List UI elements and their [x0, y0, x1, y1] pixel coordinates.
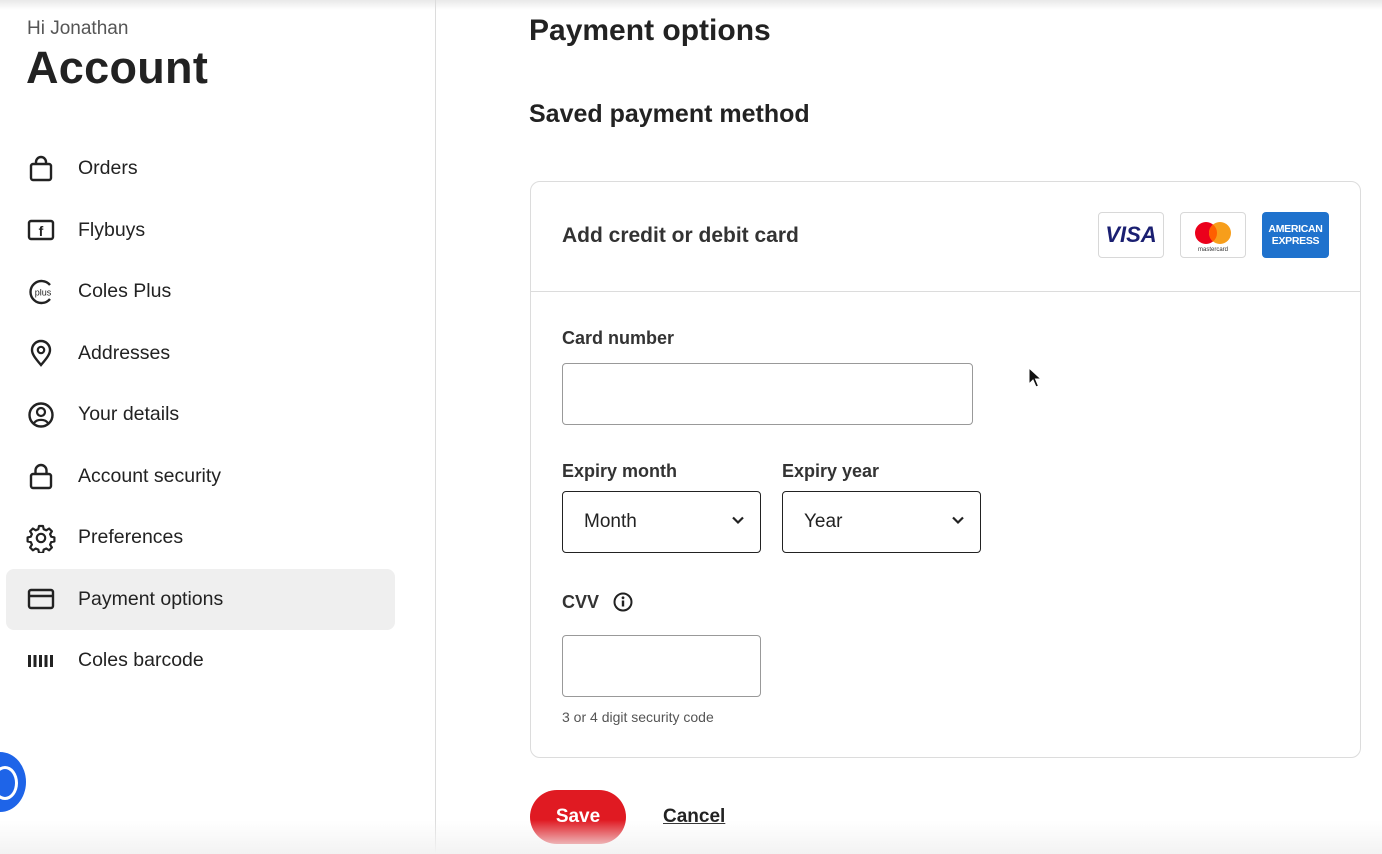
location-pin-icon	[26, 338, 56, 368]
card-number-label: Card number	[562, 328, 675, 348]
visa-logo-text: VISA	[1105, 222, 1157, 247]
sidebar-item-flybuys[interactable]: f Flybuys	[6, 200, 395, 262]
expiry-month-label: Expiry month	[562, 461, 678, 481]
cvv-hint: 3 or 4 digit security code	[562, 709, 714, 725]
user-circle-icon	[26, 400, 56, 430]
sidebar-item-label: Preferences	[78, 526, 184, 549]
sidebar-item-label: Coles Plus	[78, 280, 172, 303]
greeting-text: Hi Jonathan	[27, 18, 129, 39]
sidebar-item-label: Flybuys	[78, 218, 146, 241]
lock-icon	[26, 461, 56, 491]
expiry-year-select[interactable]: Year	[782, 491, 981, 553]
sidebar-item-label: Addresses	[78, 341, 171, 364]
flybuys-icon-letter: f	[39, 223, 44, 239]
add-card-header: Add credit or debit card VISA mastercard…	[531, 182, 1360, 292]
credit-card-icon	[26, 584, 56, 614]
sidebar-item-payment-options[interactable]: Payment options	[6, 568, 395, 630]
cvv-input[interactable]	[562, 635, 761, 697]
sidebar-item-account-security[interactable]: Account security	[6, 446, 395, 508]
page-title: Payment options	[529, 14, 771, 47]
gear-icon	[26, 523, 56, 553]
expiry-year-label: Expiry year	[782, 461, 880, 481]
sidebar-item-your-details[interactable]: Your details	[6, 384, 395, 446]
mouse-cursor-icon	[1028, 366, 1043, 394]
flybuys-icon: f	[26, 215, 56, 245]
shopping-bag-icon	[26, 154, 56, 184]
sidebar-item-addresses[interactable]: Addresses	[6, 323, 395, 385]
sidebar-item-preferences[interactable]: Preferences	[6, 507, 395, 569]
expiry-year-value: Year	[804, 511, 843, 532]
cancel-link[interactable]: Cancel	[663, 806, 725, 828]
account-sidebar: Hi Jonathan Account Orders f Flybuys plu…	[0, 0, 436, 854]
help-chat-button[interactable]	[0, 752, 26, 812]
sidebar-item-label: Your details	[78, 403, 180, 426]
amex-logo-line2: EXPRESS	[1271, 235, 1320, 247]
mastercard-logo-text: mastercard	[1198, 247, 1228, 253]
add-card-title: Add credit or debit card	[562, 224, 799, 247]
expiry-month-select[interactable]: Month	[562, 491, 761, 553]
sidebar-item-orders[interactable]: Orders	[6, 138, 395, 200]
save-button[interactable]: Save	[530, 790, 626, 844]
add-card-panel: Add credit or debit card VISA mastercard…	[530, 181, 1361, 758]
chevron-down-icon	[730, 512, 746, 533]
amex-logo: AMERICAN EXPRESS	[1262, 212, 1329, 258]
amex-logo-line1: AMERICAN	[1268, 223, 1323, 235]
sidebar-item-label: Coles barcode	[78, 649, 204, 672]
visa-logo: VISA	[1098, 212, 1164, 258]
coles-plus-icon-text: plus	[35, 287, 52, 297]
sidebar-item-label: Orders	[78, 157, 138, 180]
sidebar-item-coles-barcode[interactable]: Coles barcode	[6, 630, 395, 692]
account-nav: Orders f Flybuys plus Coles Plus Address…	[6, 138, 395, 692]
expiry-month-value: Month	[584, 511, 637, 532]
card-number-input[interactable]	[562, 363, 973, 425]
sidebar-item-label: Payment options	[78, 587, 224, 610]
sidebar-item-label: Account security	[78, 464, 222, 487]
mastercard-logo: mastercard	[1180, 212, 1246, 258]
section-title: Saved payment method	[529, 100, 810, 128]
cvv-label: CVV	[562, 592, 600, 612]
coles-plus-icon: plus	[26, 277, 56, 307]
account-title: Account	[26, 42, 209, 93]
chevron-down-icon	[950, 512, 966, 533]
sidebar-item-coles-plus[interactable]: plus Coles Plus	[6, 261, 395, 323]
info-icon[interactable]	[612, 591, 634, 618]
barcode-icon	[26, 646, 56, 676]
